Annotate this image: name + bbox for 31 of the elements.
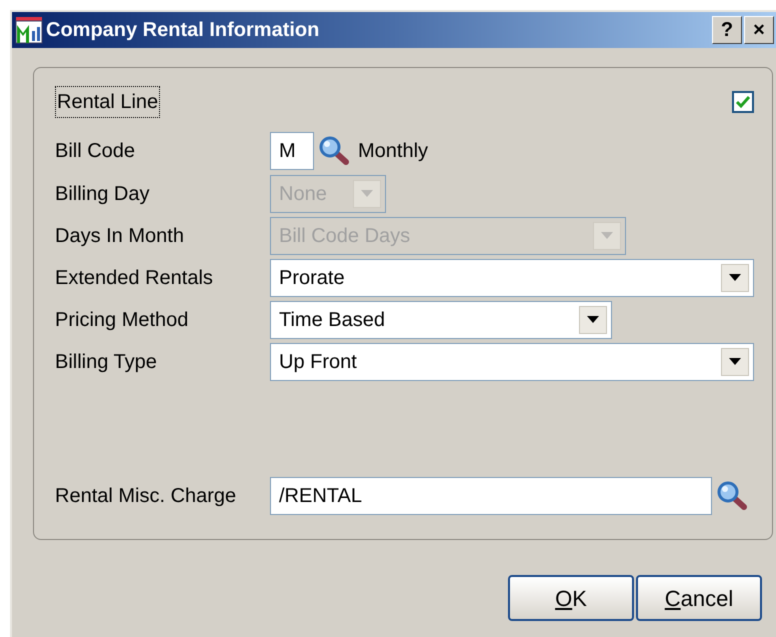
dropdown-field[interactable]: Prorate	[270, 259, 754, 297]
ok-button[interactable]: OK	[508, 575, 634, 621]
window-title: Company Rental Information	[46, 18, 320, 43]
dropdown-arrow-button[interactable]	[721, 264, 749, 292]
field-label: Billing Type	[55, 350, 158, 375]
close-button[interactable]: ×	[744, 16, 774, 44]
rental-line-label: Rental Line	[55, 86, 160, 118]
dropdown-field[interactable]: Time Based	[270, 301, 612, 339]
caret-icon	[600, 232, 614, 240]
caret-icon	[360, 190, 374, 198]
misc-charge-field[interactable]: /RENTAL	[270, 477, 712, 515]
field-label: Billing Day	[55, 182, 150, 207]
field-label: Pricing Method	[55, 308, 190, 333]
field-label: Rental Misc. Charge	[55, 484, 238, 509]
help-button[interactable]: ?	[712, 16, 742, 44]
bill-code-field[interactable]: M	[270, 132, 314, 170]
bill-code-description: Monthly	[358, 139, 428, 164]
cancel-button[interactable]: Cancel	[636, 575, 762, 621]
dropdown-field[interactable]: Up Front	[270, 343, 754, 381]
app-icon	[14, 15, 44, 45]
caret-icon	[586, 316, 600, 324]
magnifier-icon[interactable]	[716, 480, 748, 512]
dropdown-arrow-button[interactable]	[579, 306, 607, 334]
rental-line-checkbox[interactable]	[732, 91, 754, 113]
dropdown-arrow-button[interactable]	[721, 348, 749, 376]
caret-icon	[728, 274, 742, 282]
field-label: Days In Month	[55, 224, 185, 249]
field-label: Extended Rentals	[55, 266, 214, 291]
field-label: Bill Code	[55, 139, 136, 164]
caret-icon	[728, 358, 742, 366]
magnifier-icon[interactable]	[318, 135, 350, 167]
